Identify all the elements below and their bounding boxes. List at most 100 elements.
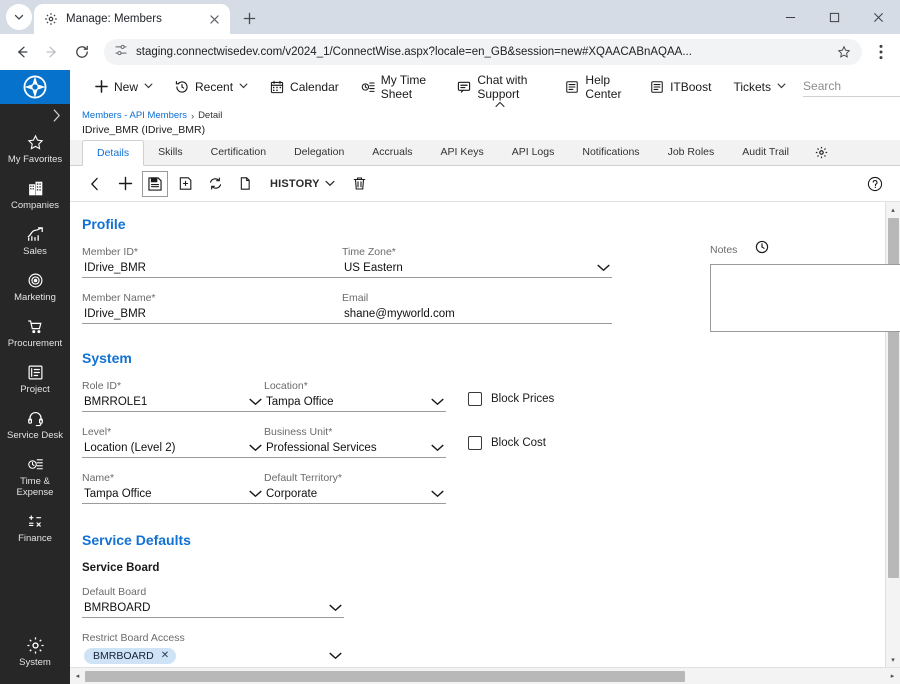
tab-details[interactable]: Details bbox=[82, 140, 145, 166]
breadcrumb-root-link[interactable]: Members - API Members bbox=[82, 110, 187, 121]
sidebar-item-finance[interactable]: Finance bbox=[0, 505, 70, 551]
new-tab-plus-icon[interactable] bbox=[236, 5, 262, 31]
site-settings-icon[interactable] bbox=[114, 43, 128, 62]
nav-item-label: Recent bbox=[195, 79, 234, 94]
nav-item-my-time-sheet[interactable]: My Time Sheet bbox=[350, 70, 447, 104]
chevron-down-icon bbox=[431, 490, 444, 498]
tab-api-keys[interactable]: API Keys bbox=[427, 139, 498, 165]
tab-delegation[interactable]: Delegation bbox=[280, 139, 358, 165]
reload-button[interactable] bbox=[68, 38, 96, 66]
horizontal-scroll-thumb[interactable] bbox=[85, 670, 685, 682]
new-record-button[interactable] bbox=[112, 171, 138, 197]
sidebar-item-marketing[interactable]: Marketing bbox=[0, 264, 70, 310]
sidebar-item-my-favorites[interactable]: My Favorites bbox=[0, 126, 70, 172]
field-label: Member ID* bbox=[82, 246, 139, 258]
member-name-input[interactable]: IDrive_BMR bbox=[82, 306, 342, 324]
sidebar-item-procurement[interactable]: Procurement bbox=[0, 310, 70, 356]
scroll-down-arrow[interactable]: ▾ bbox=[886, 652, 900, 667]
plus-icon bbox=[95, 80, 108, 93]
tab-list-chevron-down-icon[interactable] bbox=[6, 4, 32, 30]
sidebar-item-system[interactable]: System bbox=[0, 629, 70, 684]
default-board-select[interactable]: BMRBOARD bbox=[82, 600, 344, 618]
copy-button[interactable] bbox=[232, 171, 258, 197]
delete-button[interactable] bbox=[347, 171, 373, 197]
sidebar-item-service-desk[interactable]: Service Desk bbox=[0, 402, 70, 448]
field-name: Name* Tampa Office bbox=[82, 472, 264, 504]
history-label: HISTORY bbox=[270, 177, 320, 190]
window-minimize-button[interactable] bbox=[768, 0, 812, 34]
star-icon[interactable] bbox=[834, 42, 854, 62]
nav-item-help-center[interactable]: Help Center bbox=[554, 70, 639, 104]
level-select[interactable]: Location (Level 2) bbox=[82, 440, 264, 458]
default-territory-select[interactable]: Corporate bbox=[264, 486, 446, 504]
tab-settings-gear-icon[interactable] bbox=[803, 139, 840, 165]
tab-accruals[interactable]: Accruals bbox=[358, 139, 426, 165]
window-close-button[interactable] bbox=[856, 0, 900, 34]
chip-remove-icon[interactable]: ✕ bbox=[161, 650, 169, 661]
global-search-input[interactable]: Search bbox=[803, 77, 900, 97]
breadcrumb-current: Detail bbox=[198, 110, 223, 121]
block-prices-checkbox[interactable] bbox=[468, 392, 482, 406]
nav-item-itboost[interactable]: ITBoost bbox=[639, 70, 722, 104]
save-button[interactable] bbox=[142, 170, 168, 197]
field-label: Member Name* bbox=[82, 292, 156, 304]
time-zone-select[interactable]: US Eastern bbox=[342, 260, 612, 278]
service-defaults-column: Default Board BMRBOARD Restrict Board Ac… bbox=[82, 586, 344, 667]
checkbox-label: Block Cost bbox=[491, 437, 546, 449]
block-cost-checkbox[interactable] bbox=[468, 436, 482, 450]
nav-item-recent[interactable]: Recent bbox=[164, 70, 259, 104]
field-label: Role ID* bbox=[82, 380, 122, 392]
default-territory-value: Corporate bbox=[266, 487, 318, 500]
forward-button[interactable] bbox=[38, 38, 66, 66]
address-bar[interactable]: staging.connectwisedev.com/v2024_1/Conne… bbox=[104, 39, 862, 65]
role-id-select[interactable]: BMRROLE1 bbox=[82, 394, 264, 412]
field-label: Location* bbox=[264, 380, 308, 392]
profile-column-right: Time Zone* US Eastern Email shane@myworl… bbox=[342, 246, 612, 338]
browser-tab[interactable]: Manage: Members bbox=[34, 4, 230, 34]
location-select[interactable]: Tampa Office bbox=[264, 394, 446, 412]
sidebar-expand-chevron-right-icon[interactable] bbox=[0, 104, 70, 126]
email-input[interactable]: shane@myworld.com bbox=[342, 306, 612, 324]
member-id-input[interactable]: IDrive_BMR bbox=[82, 260, 342, 278]
scroll-left-arrow[interactable]: ◂ bbox=[70, 669, 85, 684]
nav-item-new[interactable]: New bbox=[84, 70, 164, 104]
back-button[interactable] bbox=[8, 38, 36, 66]
name-select[interactable]: Tampa Office bbox=[82, 486, 264, 504]
form-horizontal-scrollbar[interactable]: ◂ ▸ bbox=[70, 667, 900, 684]
kebab-menu-icon[interactable] bbox=[870, 39, 892, 65]
shopping-cart-icon bbox=[27, 316, 44, 336]
notes-textarea[interactable] bbox=[710, 264, 900, 332]
scroll-right-arrow[interactable]: ▸ bbox=[885, 669, 900, 684]
tab-skills[interactable]: Skills bbox=[144, 139, 197, 165]
sidebar-item-sales[interactable]: Sales bbox=[0, 218, 70, 264]
sidebar-item-label: Procurement bbox=[7, 338, 63, 349]
sidebar-item-companies[interactable]: Companies bbox=[0, 172, 70, 218]
tab-notifications[interactable]: Notifications bbox=[568, 139, 653, 165]
browser-toolbar: staging.connectwisedev.com/v2024_1/Conne… bbox=[0, 34, 900, 70]
tab-job-roles[interactable]: Job Roles bbox=[654, 139, 729, 165]
tab-api-logs[interactable]: API Logs bbox=[498, 139, 569, 165]
nav-item-chat-with-support[interactable]: Chat with Support bbox=[446, 70, 554, 107]
sidebar-item-time-and-expense[interactable]: Time & Expense bbox=[0, 448, 70, 505]
tab-audit-trail[interactable]: Audit Trail bbox=[728, 139, 803, 165]
checkbox-row-block-cost[interactable]: Block Cost bbox=[468, 436, 554, 450]
close-icon[interactable] bbox=[206, 11, 222, 27]
help-circle-icon[interactable] bbox=[862, 171, 888, 197]
window-maximize-button[interactable] bbox=[812, 0, 856, 34]
connectwise-compass-logo[interactable] bbox=[0, 70, 70, 104]
refresh-button[interactable] bbox=[202, 171, 228, 197]
nav-item-calendar[interactable]: Calendar bbox=[259, 70, 350, 104]
sidebar-item-project[interactable]: Project bbox=[0, 356, 70, 402]
selected-board-chip[interactable]: BMRBOARD ✕ bbox=[84, 647, 177, 664]
business-unit-select[interactable]: Professional Services bbox=[264, 440, 446, 458]
main-content: New Recent Calendar My Time Sheet Chat w… bbox=[70, 70, 900, 684]
history-dropdown-button[interactable]: HISTORY bbox=[262, 178, 343, 190]
tab-certification[interactable]: Certification bbox=[197, 139, 280, 165]
back-arrow-button[interactable] bbox=[82, 171, 108, 197]
save-and-new-button[interactable] bbox=[172, 171, 198, 197]
checkbox-row-block-prices[interactable]: Block Prices bbox=[468, 392, 554, 406]
nav-item-tickets[interactable]: Tickets bbox=[722, 70, 797, 104]
clock-icon[interactable] bbox=[755, 240, 769, 259]
restrict-board-access-multiselect[interactable]: BMRBOARD ✕ bbox=[82, 646, 344, 667]
timesheet-icon bbox=[361, 80, 375, 94]
